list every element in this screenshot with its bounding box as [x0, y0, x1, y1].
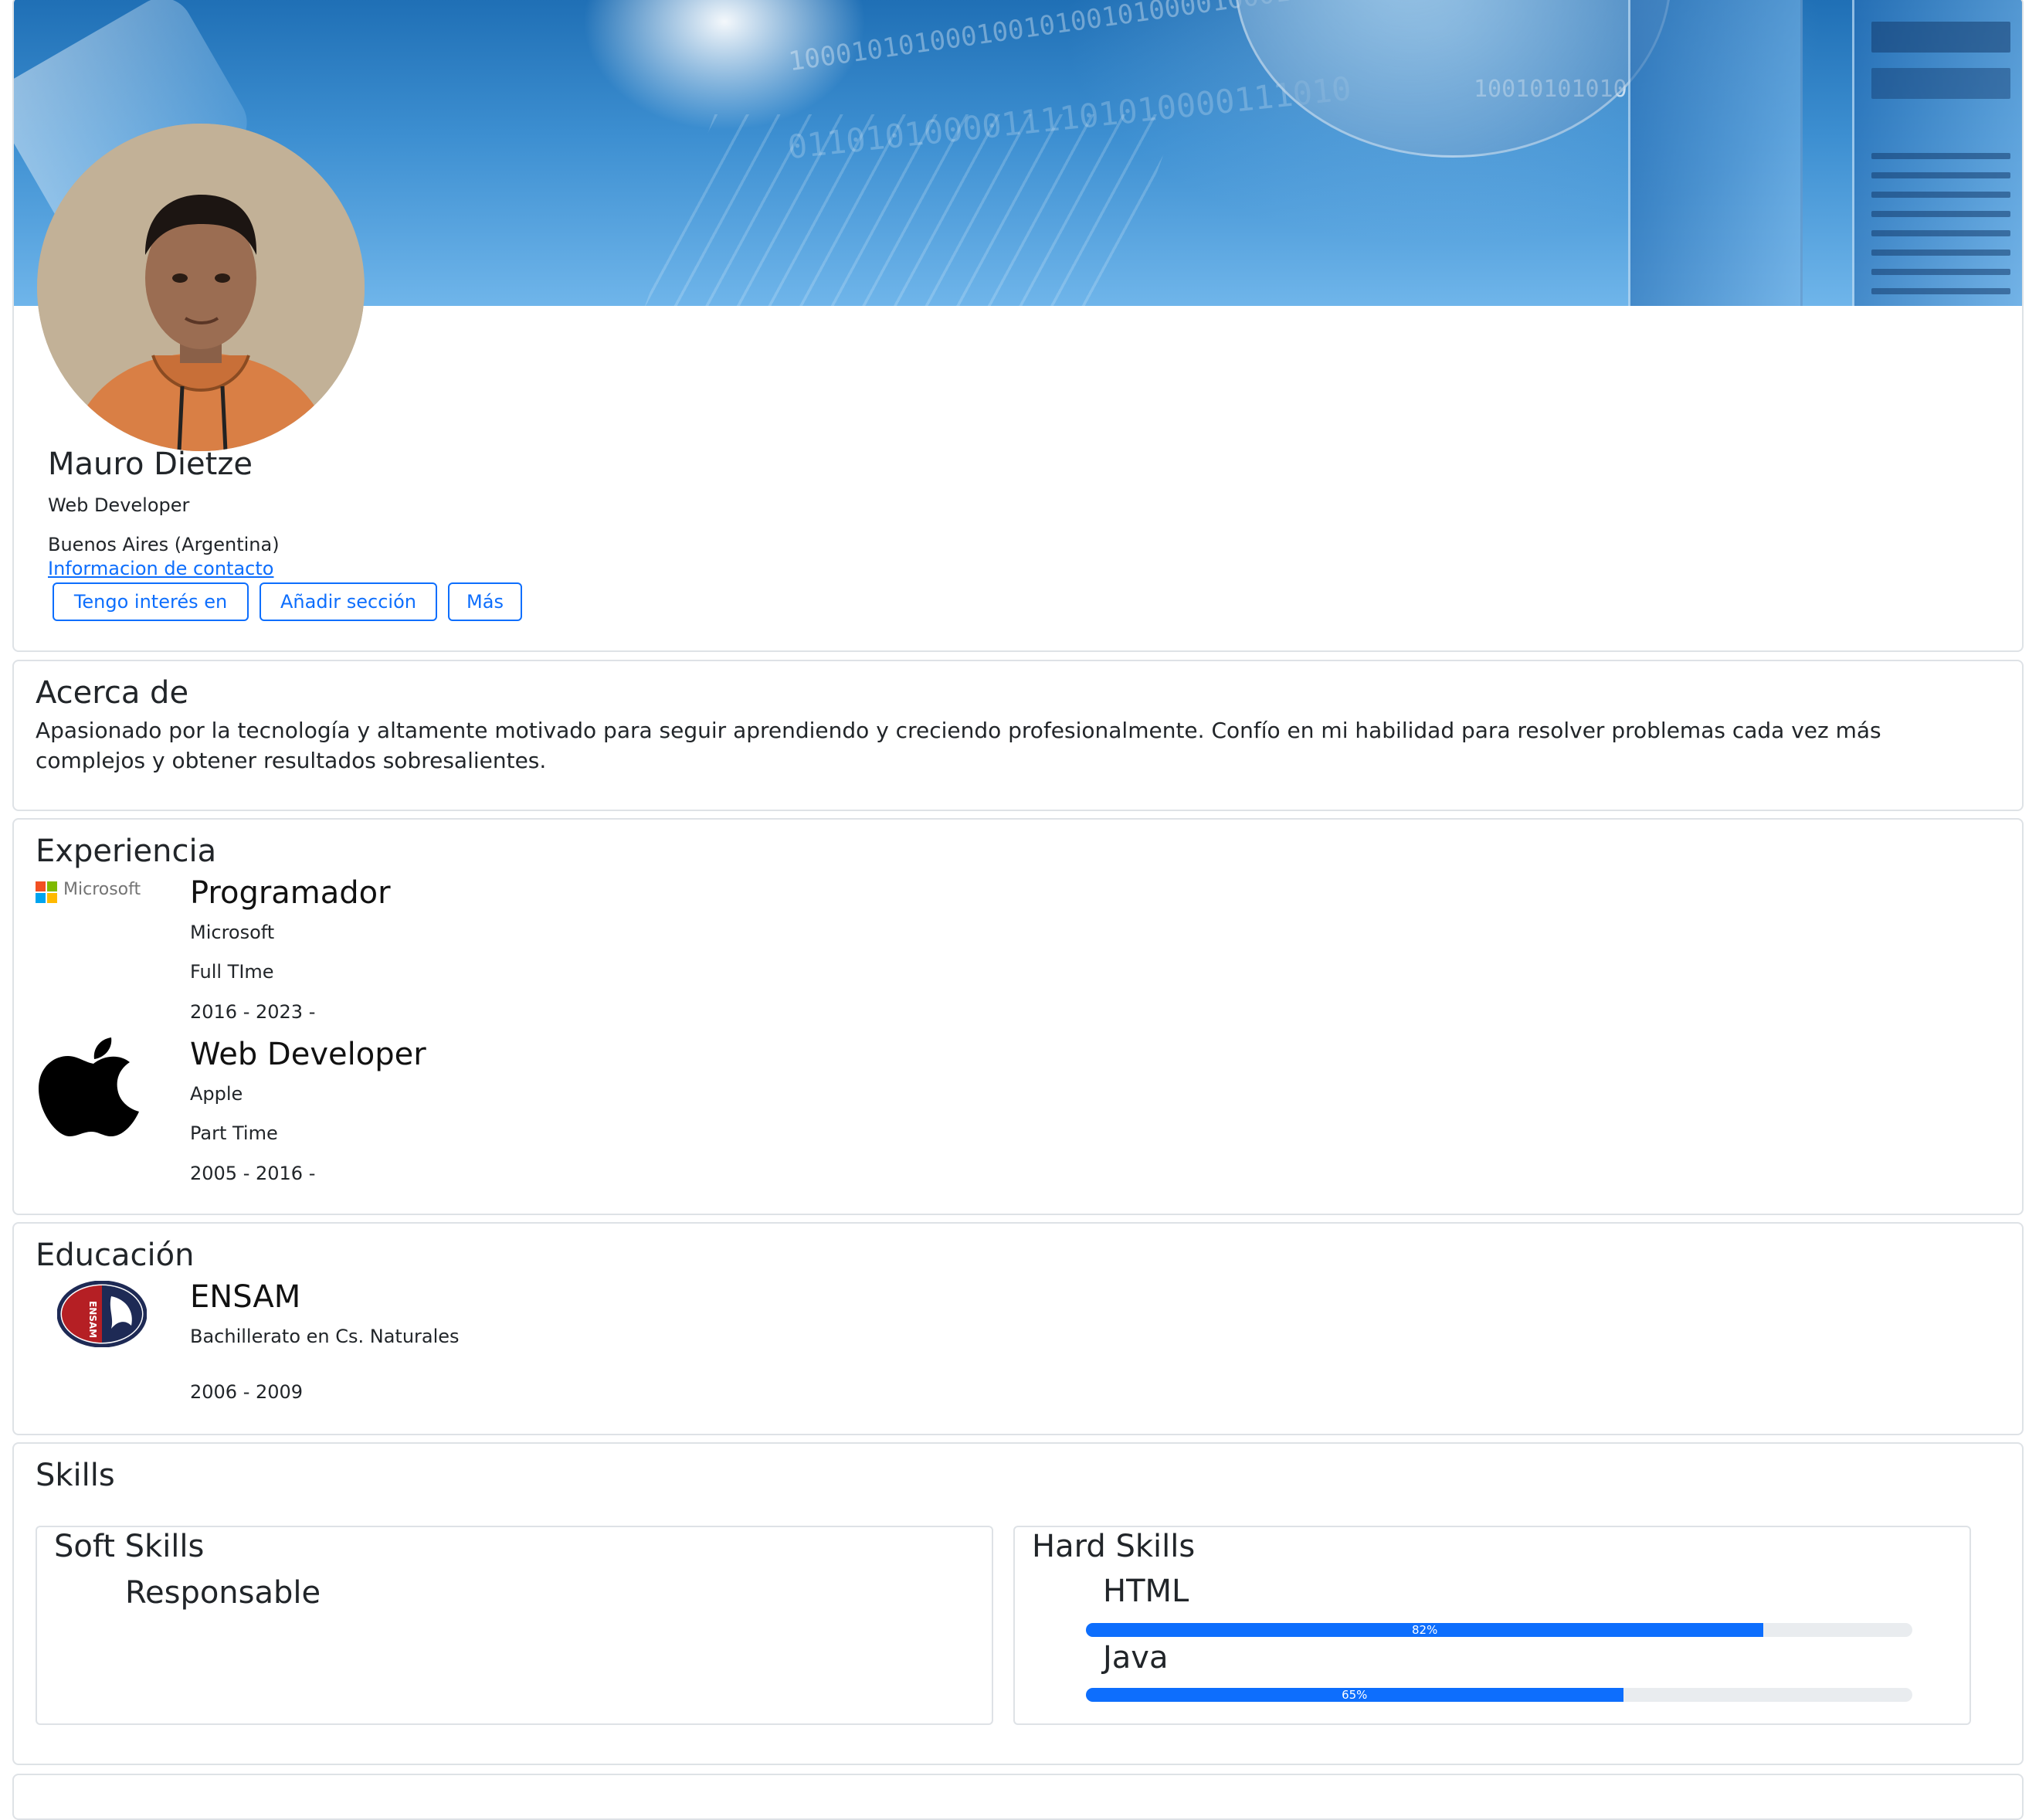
experience-card: Experiencia Microsoft Programador Micros…: [12, 818, 2024, 1215]
experience-type: Part Time: [190, 1122, 278, 1144]
avatar[interactable]: [37, 124, 365, 451]
contact-info-link[interactable]: Informacion de contacto: [48, 558, 273, 579]
apple-logo: [39, 1037, 139, 1136]
education-dates: 2006 - 2009: [190, 1381, 304, 1403]
globe-graphic: [1234, 0, 1671, 158]
profile-card: 1000101010001001010010100001000101 01101…: [12, 0, 2024, 652]
experience-dates: 2005 - 2016 -: [190, 1163, 316, 1184]
education-title: Educación: [36, 1238, 195, 1273]
next-section-card: [12, 1774, 2024, 1820]
skill-progress-bar: 65%: [1086, 1688, 1912, 1702]
ensam-logo: ENSAM: [57, 1281, 147, 1347]
about-title: Acerca de: [36, 675, 189, 711]
about-text: Apasionado por la tecnología y altamente…: [36, 718, 1881, 773]
interest-button[interactable]: Tengo interés en: [53, 582, 249, 621]
more-button[interactable]: Más: [448, 582, 522, 621]
skill-progress-fill: 65%: [1086, 1688, 1623, 1702]
education-school: ENSAM: [190, 1279, 301, 1315]
computer-tower-graphic: [1628, 0, 1803, 306]
hard-skill-name: HTML: [1103, 1574, 1189, 1609]
skills-card: Skills Soft Skills Responsable Hard Skil…: [12, 1442, 2024, 1765]
profile-headline: Web Developer: [48, 494, 190, 516]
education-card: Educación ENSAM ENSAM Bachillerato en Cs…: [12, 1222, 2024, 1435]
experience-company: Microsoft: [190, 922, 275, 943]
experience-company: Apple: [190, 1083, 243, 1105]
experience-type: Full TIme: [190, 961, 274, 983]
skill-progress-bar: 82%: [1086, 1623, 1912, 1637]
soft-skill-item: Responsable: [125, 1575, 321, 1611]
microsoft-logo: Microsoft: [36, 880, 167, 903]
hard-skills-title: Hard Skills: [1032, 1529, 1196, 1564]
skill-progress-fill: 82%: [1086, 1623, 1764, 1637]
soft-skills-box: Soft Skills Responsable: [36, 1526, 993, 1725]
profile-location: Buenos Aires (Argentina): [48, 534, 280, 555]
profile-name: Mauro Dietze: [48, 447, 253, 482]
education-degree: Bachillerato en Cs. Naturales: [190, 1326, 460, 1347]
experience-role: Programador: [190, 875, 391, 911]
avatar-photo: [37, 124, 365, 451]
computer-tower-graphic: [1852, 0, 2022, 306]
grid-graphic: [641, 114, 1179, 306]
skills-title: Skills: [36, 1458, 115, 1493]
experience-dates: 2016 - 2023 -: [190, 1001, 316, 1023]
experience-title: Experiencia: [36, 834, 217, 869]
about-card: Acerca de Apasionado por la tecnología y…: [12, 660, 2024, 811]
experience-role: Web Developer: [190, 1037, 426, 1072]
ensam-logo-text: ENSAM: [87, 1301, 98, 1338]
microsoft-logo-text: Microsoft: [63, 880, 141, 899]
soft-skills-title: Soft Skills: [54, 1529, 205, 1564]
hard-skill-name: Java: [1103, 1640, 1169, 1676]
hard-skills-box: Hard Skills HTML 82% Java 65%: [1013, 1526, 1971, 1725]
add-section-button[interactable]: Añadir sección: [260, 582, 437, 621]
